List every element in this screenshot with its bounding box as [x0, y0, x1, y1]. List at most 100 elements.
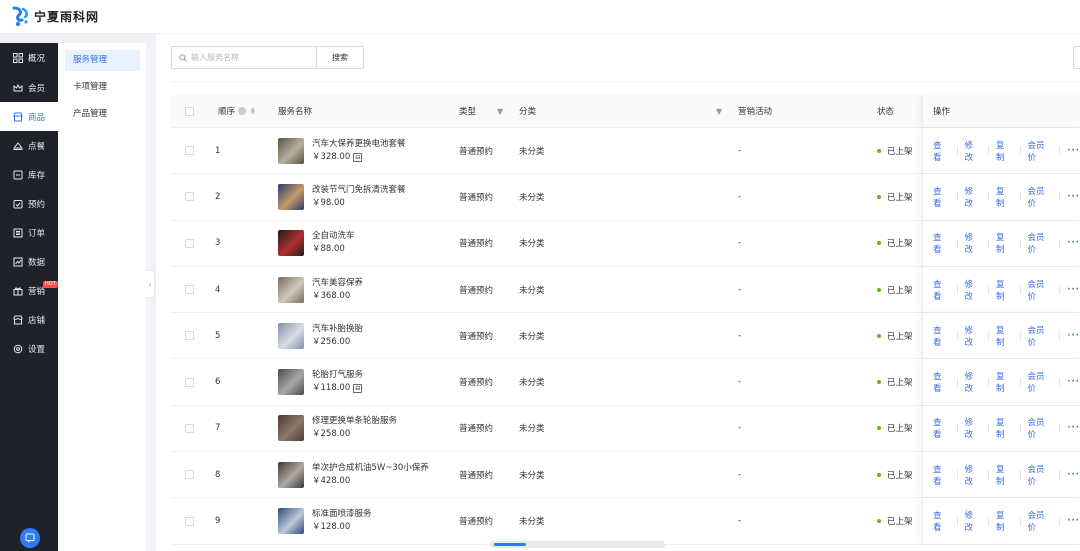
row-checkbox[interactable]: [185, 331, 194, 341]
sort-icon[interactable]: ▲ ▼: [251, 107, 255, 116]
view-link[interactable]: 查看: [933, 509, 950, 533]
subnav-item[interactable]: 产品管理: [65, 104, 140, 125]
view-link[interactable]: 查看: [933, 416, 950, 440]
view-link[interactable]: 查看: [933, 278, 950, 302]
search-button[interactable]: 搜索: [316, 46, 364, 69]
edit-link[interactable]: 修改: [965, 463, 982, 487]
member-price-link[interactable]: 会员价: [1028, 509, 1053, 533]
member-price-link[interactable]: 会员价: [1028, 139, 1053, 163]
service-thumbnail[interactable]: [278, 230, 304, 257]
copy-link[interactable]: 复制: [996, 231, 1013, 255]
copy-link[interactable]: 复制: [996, 185, 1013, 209]
service-thumbnail[interactable]: [278, 137, 304, 164]
select-all-checkbox[interactable]: [185, 106, 194, 116]
service-thumbnail[interactable]: [278, 461, 304, 488]
more-actions-icon[interactable]: ···: [1067, 146, 1080, 156]
horizontal-scrollbar[interactable]: [490, 541, 665, 548]
search-field[interactable]: [171, 46, 317, 69]
copy-link[interactable]: 复制: [996, 139, 1013, 163]
subnav-item[interactable]: 卡项管理: [65, 77, 140, 98]
sidebar-item[interactable]: 会员: [0, 73, 58, 102]
sidebar-item[interactable]: 订单: [0, 218, 58, 247]
more-actions-icon[interactable]: ···: [1067, 516, 1080, 526]
service-thumbnail[interactable]: [278, 276, 304, 303]
row-checkbox[interactable]: [185, 285, 194, 295]
more-actions-icon[interactable]: ···: [1067, 192, 1080, 202]
service-name[interactable]: 汽车补胎换胎: [312, 323, 363, 336]
more-actions-icon[interactable]: ···: [1067, 423, 1080, 433]
copy-link[interactable]: 复制: [996, 324, 1013, 348]
row-checkbox[interactable]: [185, 377, 194, 387]
scrollbar-thumb[interactable]: [494, 543, 526, 546]
collapse-sidebar-toggle[interactable]: ‹: [146, 270, 155, 298]
edit-link[interactable]: 修改: [965, 416, 982, 440]
member-price-link[interactable]: 会员价: [1028, 231, 1053, 255]
member-price-link[interactable]: 会员价: [1028, 185, 1053, 209]
filter-icon[interactable]: ▼: [716, 107, 722, 116]
row-checkbox[interactable]: [185, 192, 194, 202]
toolbar-right-button[interactable]: [1073, 46, 1080, 69]
sidebar-item[interactable]: 库存: [0, 160, 58, 189]
row-checkbox[interactable]: [185, 470, 194, 480]
service-name[interactable]: 轮胎打气服务: [312, 369, 363, 382]
view-link[interactable]: 查看: [933, 231, 950, 255]
help-button[interactable]: [20, 528, 40, 548]
filter-icon[interactable]: ▼: [497, 107, 503, 116]
view-link[interactable]: 查看: [933, 370, 950, 394]
edit-link[interactable]: 修改: [965, 139, 982, 163]
service-thumbnail[interactable]: [278, 415, 304, 442]
service-name[interactable]: 修理更换单条轮胎服务: [312, 415, 397, 428]
row-checkbox[interactable]: [185, 238, 194, 248]
service-name[interactable]: 全自动洗车: [312, 230, 355, 243]
sidebar-item[interactable]: 营销 HOT: [0, 276, 58, 305]
more-actions-icon[interactable]: ···: [1067, 238, 1080, 248]
sidebar-item[interactable]: 预约: [0, 189, 58, 218]
service-name[interactable]: 汽车大保养更换电池套餐: [312, 138, 406, 151]
member-price-link[interactable]: 会员价: [1028, 324, 1053, 348]
more-actions-icon[interactable]: ···: [1067, 470, 1080, 480]
more-actions-icon[interactable]: ···: [1067, 377, 1080, 387]
service-name[interactable]: 标准面喷漆服务: [312, 508, 372, 521]
edit-link[interactable]: 修改: [965, 509, 982, 533]
view-link[interactable]: 查看: [933, 324, 950, 348]
edit-link[interactable]: 修改: [965, 278, 982, 302]
sidebar-item[interactable]: 概况: [0, 43, 58, 73]
member-price-link[interactable]: 会员价: [1028, 278, 1053, 302]
service-name[interactable]: 改装节气门免拆清洗套餐: [312, 184, 406, 197]
subnav-item[interactable]: 服务管理: [65, 50, 140, 71]
row-checkbox[interactable]: [185, 146, 194, 156]
service-thumbnail[interactable]: [278, 369, 304, 396]
copy-link[interactable]: 复制: [996, 416, 1013, 440]
edit-link[interactable]: 修改: [965, 185, 982, 209]
sidebar-item[interactable]: 数据: [0, 247, 58, 276]
member-price-link[interactable]: 会员价: [1028, 370, 1053, 394]
copy-link[interactable]: 复制: [996, 463, 1013, 487]
sidebar-item[interactable]: 点餐: [0, 131, 58, 160]
service-thumbnail[interactable]: [278, 183, 304, 210]
row-checkbox[interactable]: [185, 516, 194, 526]
sidebar-item[interactable]: 设置: [0, 334, 58, 363]
info-icon[interactable]: [238, 107, 247, 115]
member-price-link[interactable]: 会员价: [1028, 463, 1053, 487]
copy-link[interactable]: 复制: [996, 370, 1013, 394]
edit-link[interactable]: 修改: [965, 370, 982, 394]
service-name[interactable]: 单次护合成机油5W~30小保养: [312, 462, 429, 475]
search-input[interactable]: [191, 53, 311, 62]
view-link[interactable]: 查看: [933, 139, 950, 163]
more-actions-icon[interactable]: ···: [1067, 285, 1080, 295]
service-name[interactable]: 汽车美容保养: [312, 277, 363, 290]
more-actions-icon[interactable]: ···: [1067, 331, 1080, 341]
edit-link[interactable]: 修改: [965, 231, 982, 255]
edit-link[interactable]: 修改: [965, 324, 982, 348]
copy-link[interactable]: 复制: [996, 509, 1013, 533]
row-checkbox[interactable]: [185, 423, 194, 433]
copy-link[interactable]: 复制: [996, 278, 1013, 302]
service-thumbnail[interactable]: [278, 322, 304, 349]
member-price-link[interactable]: 会员价: [1028, 416, 1053, 440]
sidebar-item[interactable]: 商品: [0, 102, 58, 131]
view-link[interactable]: 查看: [933, 463, 950, 487]
service-thumbnail[interactable]: [278, 508, 304, 535]
view-link[interactable]: 查看: [933, 185, 950, 209]
brand-logo[interactable]: 宁夏雨科网: [10, 5, 99, 27]
sidebar-item[interactable]: 店铺: [0, 305, 58, 334]
